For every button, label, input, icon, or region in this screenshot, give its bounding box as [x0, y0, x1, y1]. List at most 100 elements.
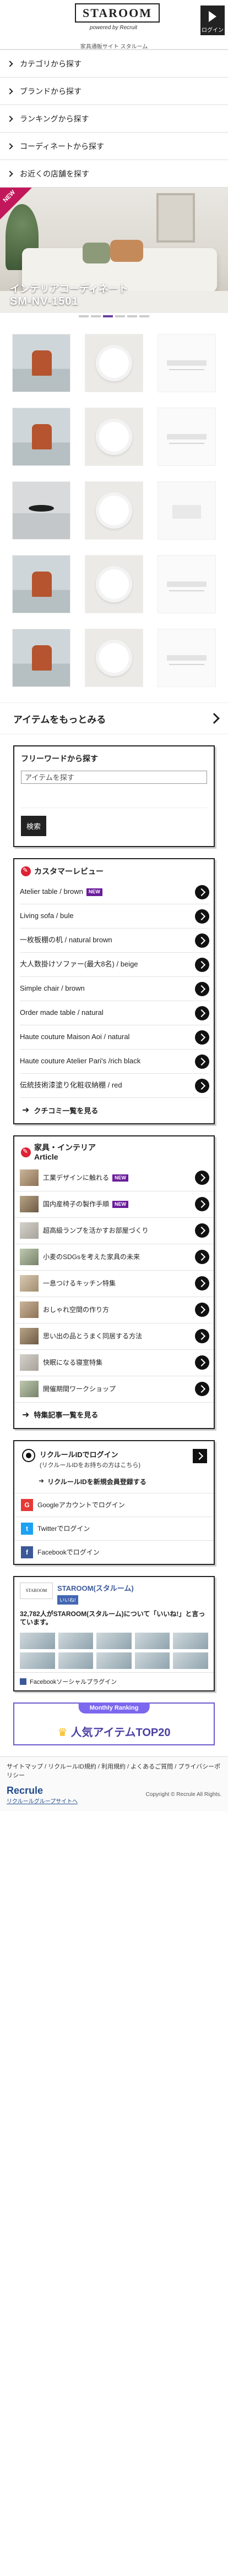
- article-item[interactable]: 工業デザインに触れる NEW: [14, 1165, 214, 1191]
- carousel-dot[interactable]: [91, 315, 101, 317]
- fb-face-avatar[interactable]: [173, 1652, 208, 1669]
- fb-face-avatar[interactable]: [20, 1632, 55, 1649]
- nav-item-brand[interactable]: ブランドから探す: [0, 78, 228, 105]
- chevron-right-icon: [7, 142, 13, 150]
- item-thumbnail[interactable]: [12, 629, 70, 687]
- arrow-right-icon: [195, 1078, 209, 1093]
- footer-logo[interactable]: Recrule: [7, 1785, 78, 1797]
- review-item[interactable]: Order made table / natural: [20, 1001, 209, 1025]
- item-thumbnail[interactable]: [158, 629, 216, 687]
- article-item-label: 超高級ランプを活かすお部屋づくり: [43, 1226, 149, 1234]
- carousel-dots: [0, 313, 228, 321]
- item-thumbnail[interactable]: [85, 555, 143, 613]
- fb-face-avatar[interactable]: [58, 1632, 94, 1649]
- fb-plugin-footer[interactable]: Facebookソーシャルプラグイン: [14, 1672, 214, 1690]
- nav-item-label: ブランドから探す: [20, 86, 82, 96]
- carousel-dot[interactable]: [79, 315, 89, 317]
- review-more-link[interactable]: ➜ クチコミ一覧を見る: [14, 1098, 214, 1123]
- article-item[interactable]: 小麦のSDGsを考えた家具の未来: [14, 1244, 214, 1271]
- facebook-login-button[interactable]: f Facebookでログイン: [14, 1540, 214, 1564]
- item-thumbnail[interactable]: [85, 629, 143, 687]
- review-icon: [21, 866, 31, 876]
- item-thumbnail[interactable]: [12, 334, 70, 392]
- fb-face-avatar[interactable]: [134, 1632, 170, 1649]
- carousel-dot-active[interactable]: [103, 315, 113, 317]
- fb-face-avatar[interactable]: [96, 1652, 132, 1669]
- google-login-button[interactable]: G Googleアカウントでログイン: [14, 1492, 214, 1517]
- nav-item-coordinate[interactable]: コーディネートから探す: [0, 133, 228, 160]
- article-item[interactable]: 国内産椅子の製作手順 NEW: [14, 1191, 214, 1218]
- item-thumbnail[interactable]: [12, 408, 70, 466]
- carousel-dot[interactable]: [115, 315, 125, 317]
- search-button[interactable]: 検索: [21, 816, 47, 836]
- item-thumbnail[interactable]: [12, 481, 70, 540]
- article-thumbnail: [20, 1249, 39, 1266]
- item-thumbnail[interactable]: [12, 555, 70, 613]
- arrow-right-icon: [195, 1171, 209, 1185]
- review-item[interactable]: Haute couture Atelier Pari's /rich black: [20, 1050, 209, 1074]
- article-item-label: おしゃれ空間の作り方: [43, 1305, 110, 1314]
- fb-face-avatar[interactable]: [134, 1652, 170, 1669]
- review-item[interactable]: Atelier table / brown NEW: [20, 880, 209, 904]
- review-item[interactable]: 一枚板棚の机 / natural brown: [20, 929, 209, 953]
- article-item[interactable]: 快眠になる寝室特集: [14, 1350, 214, 1376]
- fb-page-logo[interactable]: STAROOM: [20, 1582, 53, 1599]
- recruit-id-login[interactable]: リクルールIDでログイン (リクルールIDをお持ちの方はこちら): [14, 1441, 214, 1474]
- nav-item-ranking[interactable]: ランキングから探す: [0, 105, 228, 133]
- login-button[interactable]: ログイン: [200, 6, 225, 35]
- item-thumbnail[interactable]: [158, 334, 216, 392]
- article-item[interactable]: 開催期間ワークショップ: [14, 1376, 214, 1403]
- article-item-label: 思い出の品とうまく同居する方法: [43, 1332, 143, 1340]
- fb-face-avatar[interactable]: [20, 1652, 55, 1669]
- article-more-link[interactable]: ➜ 特集記事一覧を見る: [14, 1403, 214, 1428]
- article-thumbnail: [20, 1381, 39, 1398]
- customer-review-box: カスタマーレビュー Atelier table / brownNEW Livin…: [13, 858, 215, 1124]
- recruit-id-icon: [22, 1448, 35, 1462]
- arrow-right-icon: [195, 957, 209, 972]
- review-item[interactable]: Haute couture Maison Aoi / natural: [20, 1025, 209, 1050]
- article-item[interactable]: 思い出の品とうまく同居する方法: [14, 1323, 214, 1350]
- item-thumbnail[interactable]: [158, 481, 216, 540]
- hero-banner[interactable]: NEW インテリアコーディネート SM-NV-1501: [0, 188, 228, 313]
- carousel-dot[interactable]: [127, 315, 137, 317]
- item-thumbnail[interactable]: [158, 408, 216, 466]
- facebook-page-plugin: STAROOM STAROOM(スタルーム) いいね! 32,782人がSTAR…: [13, 1575, 215, 1691]
- fb-face-avatar[interactable]: [173, 1632, 208, 1649]
- fb-face-avatar[interactable]: [58, 1652, 94, 1669]
- article-item[interactable]: 超高級ランプを活かすお部屋づくり: [14, 1218, 214, 1244]
- fb-like-button[interactable]: いいね!: [57, 1595, 78, 1605]
- article-item-label: 開催期間ワークショップ: [43, 1385, 116, 1393]
- nav-item-store[interactable]: お近くの店舗を探す: [0, 160, 228, 188]
- review-item[interactable]: Simple chair / brown: [20, 977, 209, 1001]
- logo-area[interactable]: STAROOM powered by Recruit: [75, 3, 160, 31]
- item-thumbnail[interactable]: [85, 408, 143, 466]
- items-more-link[interactable]: アイテムをもっとみる: [0, 702, 228, 734]
- register-link[interactable]: ➜ リクルールIDを新規会員登録する: [14, 1474, 214, 1493]
- review-item[interactable]: 伝統技術漆塗り化粧収納棚 / red: [20, 1074, 209, 1098]
- footer-links[interactable]: サイトマップ / リクルールID規約 / 利用規約 / よくあるご質問 / プラ…: [7, 1762, 221, 1781]
- arrow-right-icon: [195, 1276, 209, 1291]
- review-item[interactable]: Living sofa / bule: [20, 904, 209, 929]
- search-input[interactable]: [21, 771, 207, 784]
- nav-item-category[interactable]: カテゴリから探す: [0, 50, 228, 78]
- carousel-dot[interactable]: [139, 315, 149, 317]
- group-site-link[interactable]: リクルールグループサイトへ: [7, 1797, 78, 1805]
- fb-page-name[interactable]: STAROOM(スタルーム): [57, 1583, 134, 1593]
- review-item-label: 大人数掛けソファー(最大8名) / beige: [20, 960, 138, 969]
- chevron-right-icon: [7, 170, 13, 177]
- item-thumbnail[interactable]: [158, 555, 216, 613]
- fb-face-avatar[interactable]: [96, 1632, 132, 1649]
- ranking-title-label: 人気アイテムTOP20: [70, 1726, 171, 1739]
- nav-item-label: お近くの店舗を探す: [20, 169, 89, 178]
- article-item[interactable]: おしゃれ空間の作り方: [14, 1297, 214, 1323]
- review-item-label: 一枚板棚の机 / natural brown: [20, 936, 112, 944]
- login-box: リクルールIDでログイン (リクルールIDをお持ちの方はこちら) ➜ リクルール…: [13, 1440, 215, 1565]
- item-thumbnail[interactable]: [85, 334, 143, 392]
- article-item[interactable]: 一息つけるキッチン特集: [14, 1271, 214, 1297]
- item-thumbnail[interactable]: [85, 481, 143, 540]
- twitter-login-button[interactable]: t Twitterでログイン: [14, 1516, 214, 1540]
- review-item[interactable]: 大人数掛けソファー(最大8名) / beige: [20, 953, 209, 977]
- site-logo[interactable]: STAROOM: [75, 3, 160, 23]
- hero-caption-line2: SM-NV-1501: [10, 295, 79, 307]
- ranking-banner[interactable]: Monthly Ranking ♛ 人気アイテムTOP20: [13, 1702, 215, 1745]
